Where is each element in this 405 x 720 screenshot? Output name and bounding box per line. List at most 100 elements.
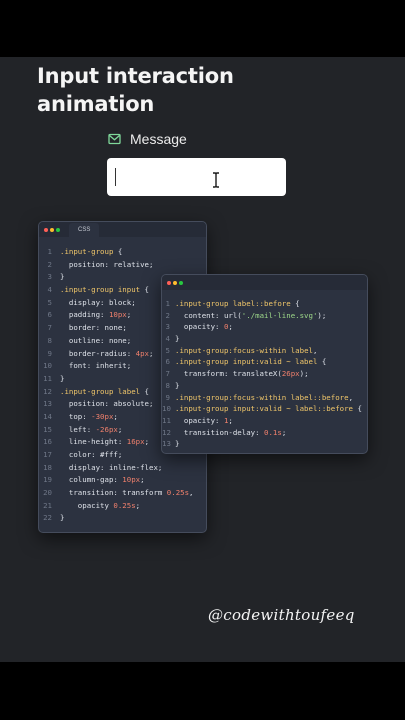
code-token: padding: — [60, 310, 109, 320]
maximize-dot-icon[interactable] — [56, 227, 60, 232]
line-number: 4 — [47, 285, 52, 295]
code-token: , — [189, 488, 194, 498]
line-number: 16 — [43, 437, 52, 447]
close-dot-icon[interactable] — [167, 280, 171, 285]
code-token: .input-group label — [60, 386, 141, 396]
line-number: 8 — [47, 335, 52, 345]
code-token: 0.25s — [113, 500, 136, 510]
line-number: 5 — [47, 297, 52, 307]
i-beam-cursor-icon — [213, 172, 219, 188]
code-token: { — [290, 299, 300, 308]
code-token: 10px — [122, 475, 141, 485]
line-number: 11 — [43, 373, 52, 383]
input-label: Message — [108, 131, 187, 147]
close-dot-icon[interactable] — [44, 227, 48, 232]
code-token: inline-flex — [108, 462, 158, 472]
code-token: .input-group label::before — [175, 299, 291, 308]
window-titlebar: CSS — [39, 222, 206, 237]
code-token: ; — [144, 437, 150, 447]
line-number: 6 — [165, 357, 170, 367]
code-line: 7 transform: translateX(26px); — [162, 368, 367, 380]
code-line: 6 .input-group input:valid ~ label { — [162, 356, 367, 368]
line-number: 19 — [43, 475, 52, 485]
code-token: ; — [131, 297, 136, 307]
code-window-css-2: 1 .input-group label::before {2 content: … — [161, 274, 368, 454]
code-token: :focus-within — [228, 392, 287, 402]
line-number: 3 — [47, 272, 52, 282]
code-token: color: — [60, 450, 101, 459]
code-token: ; — [149, 348, 154, 358]
line-number: 22 — [43, 513, 52, 523]
code-token: , — [348, 392, 354, 402]
line-number: 1 — [47, 247, 52, 256]
line-number: 7 — [165, 369, 170, 379]
code-token: none — [104, 323, 123, 333]
code-token: -26px — [95, 424, 118, 434]
tab-css[interactable]: CSS — [69, 223, 100, 237]
code-line: 3 opacity: 0; — [162, 321, 367, 333]
code-token: font: — [60, 361, 96, 371]
maximize-dot-icon[interactable] — [179, 280, 183, 285]
code-token: :focus-within — [228, 345, 287, 355]
code-token: column-gap: — [60, 475, 123, 485]
code-token: } — [60, 272, 65, 282]
code-token: ; — [149, 259, 154, 269]
line-number: 18 — [43, 462, 52, 472]
code-line: 1 .input-group label::before { — [162, 298, 367, 310]
code-token: ; — [140, 475, 145, 485]
code-token: url( — [223, 310, 242, 320]
code-token: ; — [157, 462, 163, 472]
code-line: 13} — [162, 438, 367, 450]
line-number: 2 — [47, 259, 52, 269]
code-token: , — [312, 345, 318, 355]
code-token: line-height: — [60, 437, 127, 447]
code-token: 16px — [126, 437, 145, 447]
code-line: 2 position: relative; — [39, 259, 206, 272]
code-token: top: — [60, 411, 92, 421]
headline-line-1: Input interaction — [37, 64, 234, 88]
code-token: } — [60, 373, 65, 383]
code-token: { — [317, 357, 327, 367]
code-token: .input-group — [175, 345, 229, 355]
code-token: transform: — [175, 369, 233, 379]
code-token: ; — [228, 415, 233, 425]
code-token: ; — [304, 369, 309, 379]
code-token: ; — [321, 310, 327, 320]
code-token: { — [113, 247, 123, 256]
code-token: border-radius: — [60, 348, 136, 358]
line-number: 12 — [162, 427, 171, 437]
minimize-dot-icon[interactable] — [173, 280, 177, 285]
code-token: content: — [175, 310, 224, 320]
code-token: :valid — [255, 357, 282, 367]
author-signature: @codewithtoufeeq — [208, 606, 355, 624]
code-token: ; — [126, 361, 132, 371]
line-number: 21 — [43, 500, 52, 510]
line-number: 9 — [165, 392, 170, 402]
minimize-dot-icon[interactable] — [50, 227, 54, 232]
code-line: 1 .input-group { — [39, 246, 206, 259]
code-token: outline: — [60, 335, 109, 345]
code-token: ; — [117, 424, 123, 434]
code-line: 22} — [39, 512, 206, 525]
code-token: inherit — [95, 361, 127, 371]
line-number: 20 — [43, 488, 52, 498]
code-token: ~ label::before — [281, 404, 353, 414]
code-token: 0.1s — [264, 427, 282, 437]
code-token: border: — [60, 323, 105, 333]
code-token: .input-group input — [175, 404, 256, 414]
code-token: .input-group input — [60, 285, 141, 295]
line-number: 6 — [47, 310, 52, 320]
code-token: position: — [60, 259, 114, 269]
code-token: transition: — [60, 488, 123, 498]
message-input[interactable] — [107, 158, 286, 196]
code-token: opacity: — [175, 415, 224, 425]
code-line: 11 opacity: 1; — [162, 415, 367, 427]
code-line: 2 content: url('./mail-line.svg'); — [162, 310, 367, 322]
code-block: 1 .input-group label::before {2 content: … — [162, 290, 367, 450]
line-number: 12 — [43, 386, 52, 396]
line-number: 1 — [165, 299, 170, 308]
code-token: ; — [117, 450, 123, 459]
code-token: 0.25s — [166, 488, 190, 498]
code-line: 21 opacity 0.25s; — [39, 500, 206, 513]
headline-line-2: animation — [37, 92, 155, 116]
